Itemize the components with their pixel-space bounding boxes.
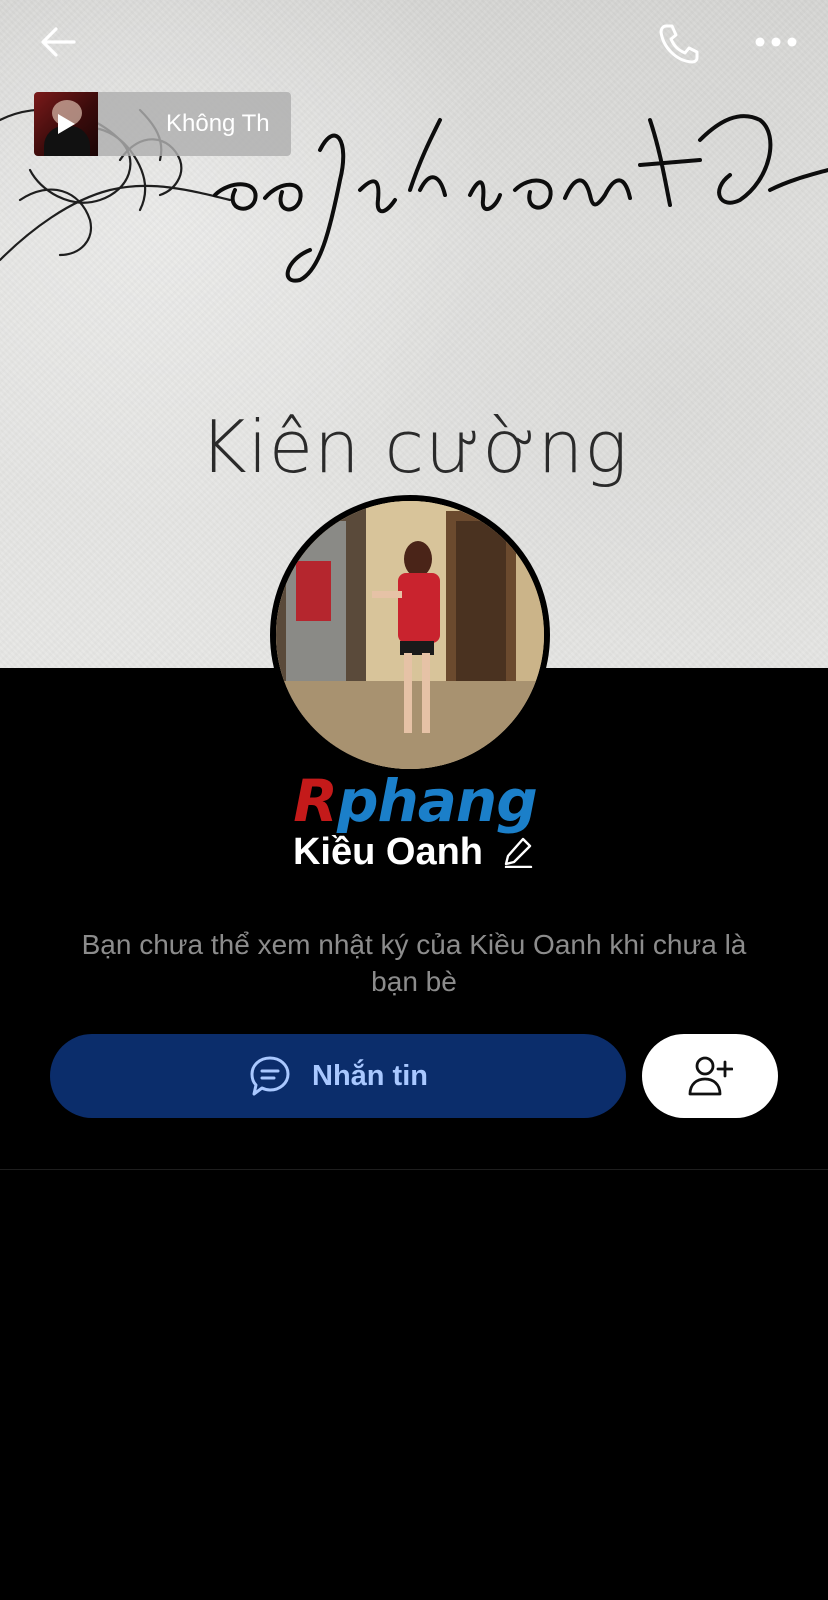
cover-quote: Kiên cường — [199, 405, 629, 489]
call-button[interactable] — [650, 14, 706, 70]
add-friend-button[interactable] — [642, 1034, 778, 1118]
profile-music-player[interactable]: Không Th — [34, 92, 291, 156]
add-user-icon — [688, 1056, 733, 1096]
avatar[interactable] — [270, 495, 550, 775]
watermark-first-letter: R — [293, 767, 338, 835]
pencil-icon — [504, 837, 533, 868]
edit-name-button[interactable] — [503, 836, 535, 868]
back-button[interactable] — [30, 14, 86, 70]
send-message-button[interactable]: Nhắn tin — [50, 1034, 626, 1118]
profile-name-row: Kiều Oanh — [0, 828, 828, 876]
play-icon[interactable] — [55, 112, 77, 136]
profile-name: Kiều Oanh — [292, 830, 484, 873]
chat-bubble-icon — [250, 1056, 290, 1096]
watermark-logo: Rphang — [290, 767, 540, 835]
arrow-left-icon — [41, 27, 76, 57]
more-options-button[interactable] — [748, 14, 804, 70]
section-divider — [0, 1169, 828, 1170]
music-title: Không Th — [166, 110, 270, 137]
avatar-photo — [276, 501, 544, 769]
phone-icon — [659, 24, 699, 64]
music-thumbnail — [34, 92, 98, 156]
more-horizontal-icon — [755, 37, 797, 47]
send-message-label: Nhắn tin — [312, 1059, 428, 1092]
watermark-rest: phang — [336, 767, 538, 835]
privacy-notice: Bạn chưa thể xem nhật ký của Kiều Oanh k… — [81, 929, 747, 997]
